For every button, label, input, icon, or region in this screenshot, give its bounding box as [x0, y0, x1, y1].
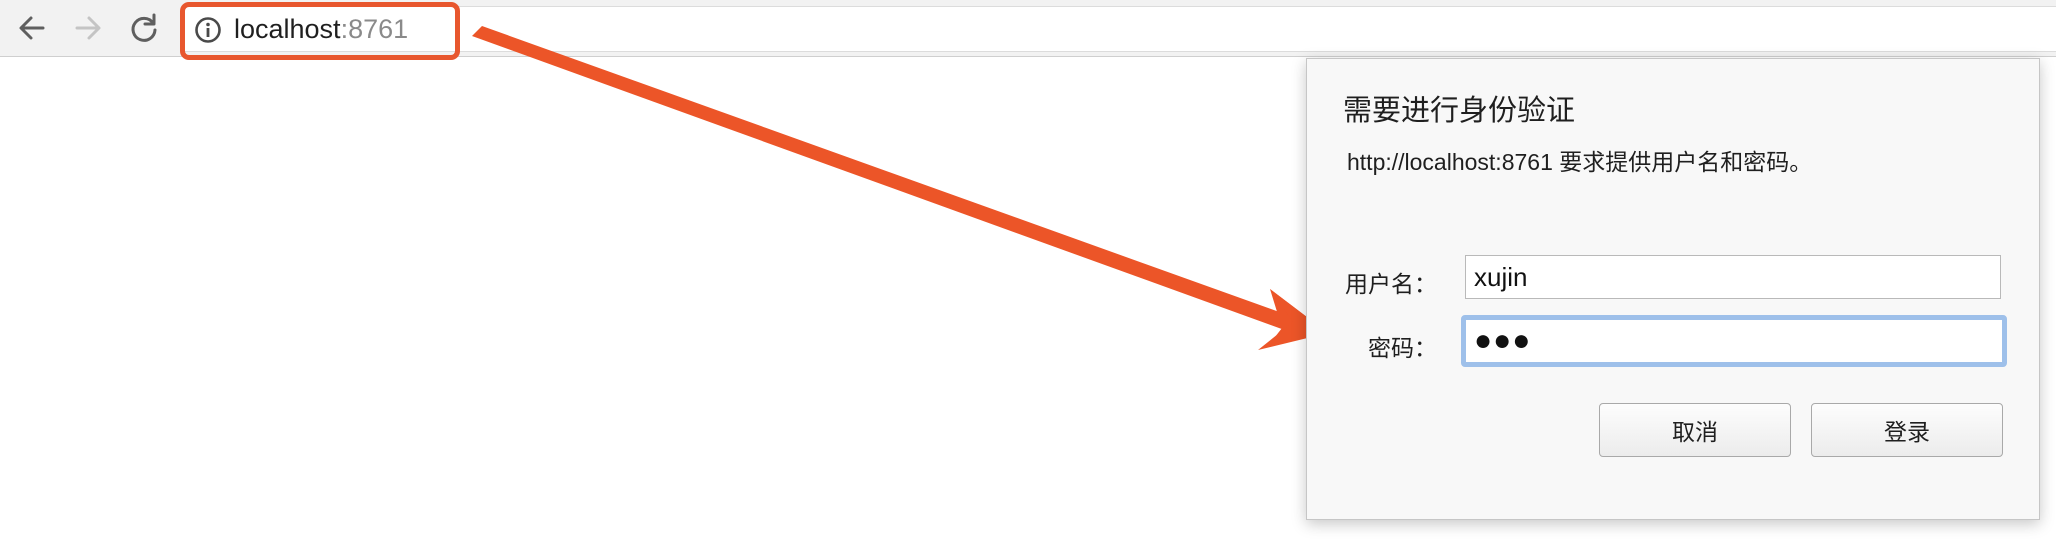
reload-button[interactable]: [124, 8, 164, 48]
browser-window: localhost:8761 需要进行身份验证 http://localhost…: [0, 0, 2056, 550]
password-label: 密码：: [1368, 335, 1437, 361]
auth-dialog: 需要进行身份验证 http://localhost:8761 要求提供用户名和密…: [1306, 58, 2040, 520]
login-button[interactable]: 登录: [1811, 403, 2003, 457]
dialog-title: 需要进行身份验证: [1343, 95, 1576, 127]
password-field[interactable]: [1461, 315, 2007, 367]
address-highlight-annotation: [180, 2, 460, 60]
address-bar[interactable]: [182, 6, 2056, 52]
username-label: 用户名：: [1345, 271, 1437, 297]
arrow-left-icon: [19, 16, 45, 40]
username-field[interactable]: [1465, 255, 2001, 299]
arrow-right-icon: [75, 16, 101, 40]
forward-button[interactable]: [68, 8, 108, 48]
back-button[interactable]: [12, 8, 52, 48]
dialog-message: http://localhost:8761 要求提供用户名和密码。: [1347, 149, 1813, 175]
annotation-arrow-shaft: [472, 26, 1296, 332]
reload-icon: [131, 13, 157, 42]
cancel-button[interactable]: 取消: [1599, 403, 1791, 457]
browser-toolbar: localhost:8761: [0, 0, 2056, 60]
